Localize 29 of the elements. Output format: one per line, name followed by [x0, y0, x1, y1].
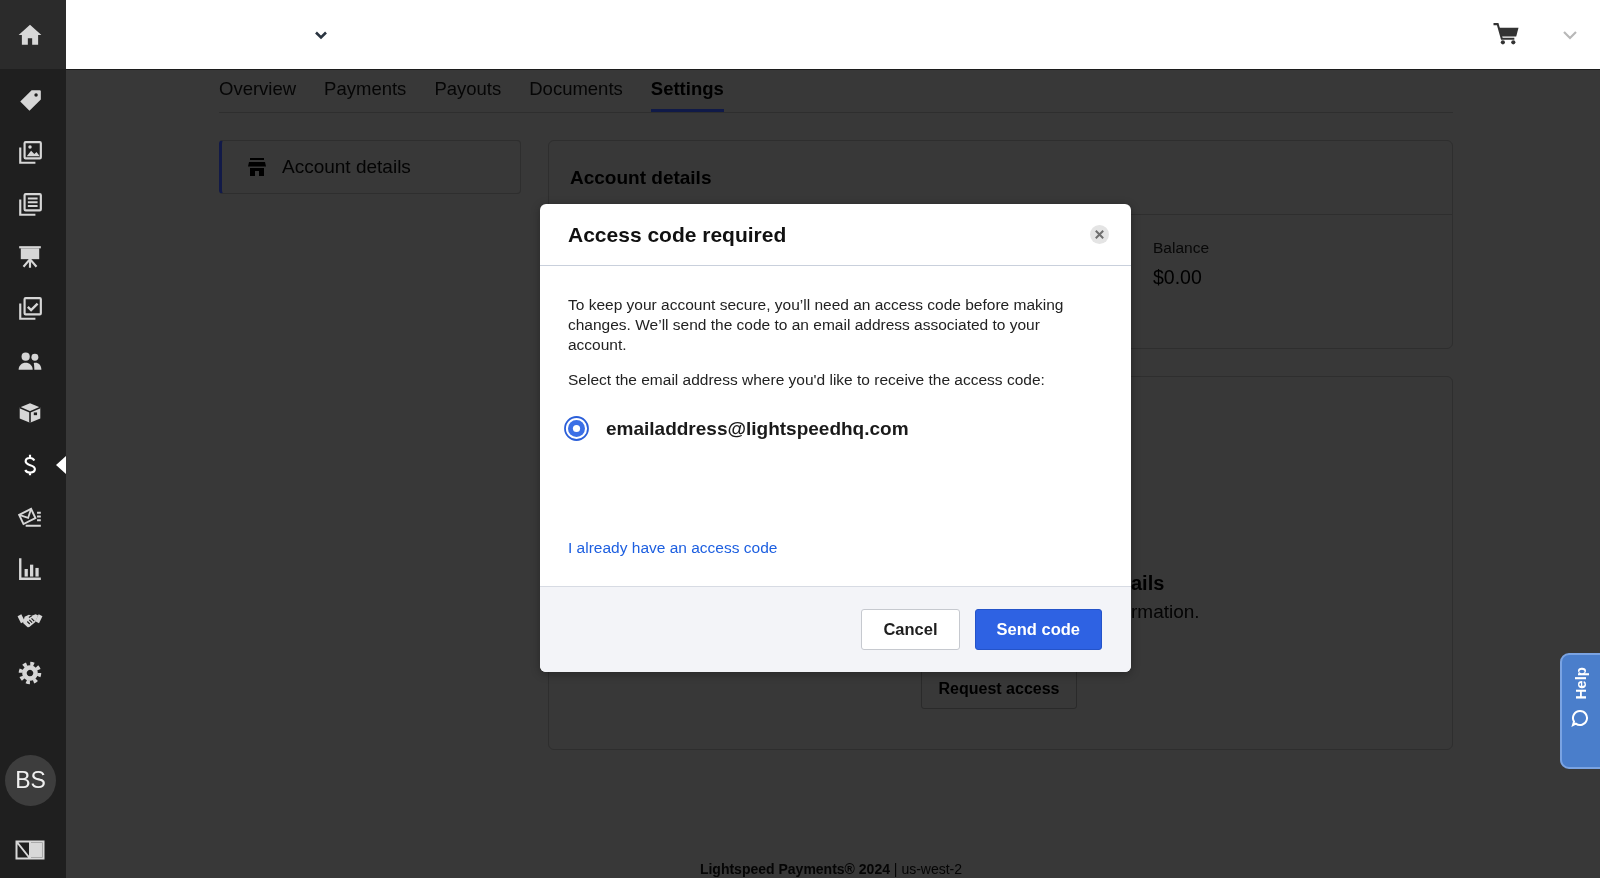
close-button[interactable]: [1090, 225, 1109, 244]
dialog-text: Select the email address where you'd like to receive the access code:: [568, 370, 1046, 390]
balance-value: $0.00: [1153, 266, 1202, 289]
avatar[interactable]: BS: [5, 755, 56, 806]
gear-icon[interactable]: [17, 660, 43, 686]
dialog-text: To keep your account secure, you’ll need an access code before making changes. We’ll send the code to an email address associated to your account.: [568, 295, 1065, 355]
card-title: Account details: [570, 166, 712, 189]
tab[interactable]: Settings: [650, 70, 724, 112]
close-icon[interactable]: [1095, 230, 1104, 239]
bar-chart-icon[interactable]: [17, 556, 43, 582]
tag-icon[interactable]: [17, 88, 43, 114]
access-code-link[interactable]: I already have an access code: [568, 538, 778, 558]
easel-icon[interactable]: [17, 244, 43, 270]
help-tab[interactable]: Help: [1560, 653, 1600, 769]
email-address[interactable]: emailaddress@lightspeedhq.com: [606, 417, 909, 440]
list-stack-icon[interactable]: [17, 192, 43, 218]
request-access-button[interactable]: Request access: [920, 669, 1078, 709]
store-icon: [247, 157, 267, 177]
radio-button[interactable]: [564, 416, 589, 441]
box-icon[interactable]: [17, 400, 43, 426]
dialog-title: Access code required: [568, 222, 788, 247]
send-code-button[interactable]: Send code: [974, 609, 1102, 650]
chat-bubble-icon: [1571, 708, 1589, 727]
cart-icon[interactable]: [1492, 22, 1520, 47]
card-heading: ails: [1131, 572, 1165, 594]
split-panel-icon[interactable]: [15, 840, 45, 860]
image-stack-icon[interactable]: [17, 140, 43, 166]
cancel-button[interactable]: Cancel: [861, 609, 960, 650]
checklist-icon[interactable]: [17, 296, 43, 322]
